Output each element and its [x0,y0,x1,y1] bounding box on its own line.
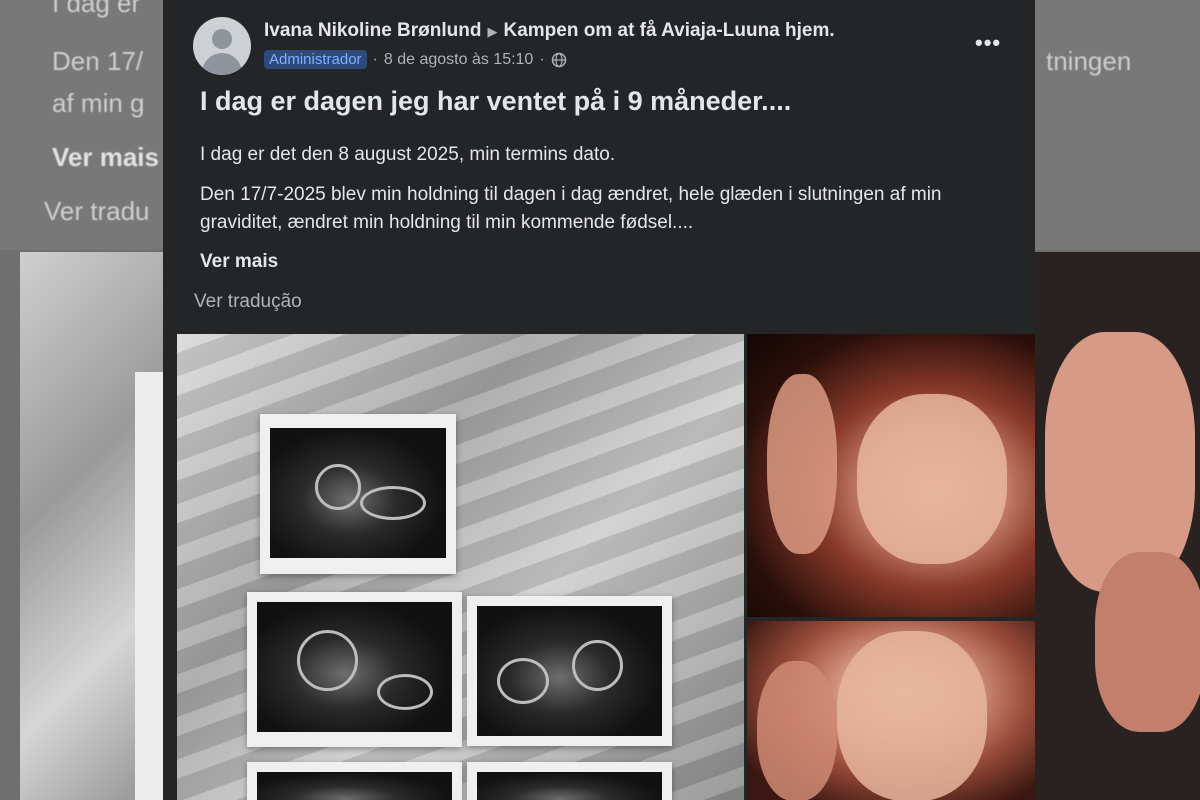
post-card: Ivana Nikoline Brønlund ▶ Kampen om at få … [163,0,1035,800]
post-title: I dag er dagen jeg har ventet på i 9 mån… [200,86,792,116]
avatar[interactable] [193,17,251,75]
ultrasound-print-2 [247,592,462,747]
ultrasound-print-1 [260,414,456,574]
group-name[interactable]: Kampen om at få Aviaja-Luuna hjem. [503,20,834,41]
meta-separator: · [372,50,378,68]
post-meta: Administrador · 8 de agosto às 15:10 · [264,50,567,69]
bg-ver-traducao: Ver tradu [44,196,150,226]
meta-separator-2: · [539,50,545,68]
post-paragraph-2: Den 17/7-2025 blev min holdning til dage… [200,184,942,233]
photo-3d-ultrasound-hands[interactable] [747,621,1035,800]
ultrasound-print-3 [467,596,672,746]
translate-link[interactable]: Ver tradução [194,291,302,313]
bg-text-line2: Den 17/ [52,46,144,76]
bg-text-line2-right: tningen [1046,46,1132,76]
admin-badge: Administrador [264,50,367,69]
post-paragraph-1: I dag er det den 8 august 2025, min term… [200,144,616,165]
bg-text-line1: I dag er [52,0,141,18]
author-line: Ivana Nikoline Brønlund ▶ Kampen om at få … [264,20,835,42]
bg-photo-right [1035,252,1200,800]
post-timestamp[interactable]: 8 de agosto às 15:10 [384,51,533,69]
photo-3d-ultrasound-face[interactable] [747,334,1035,617]
author-name[interactable]: Ivana Nikoline Brønlund [264,20,481,41]
bg-text-line3: af min g [52,88,145,118]
caret-right-icon: ▶ [487,24,498,39]
globe-icon[interactable] [551,52,567,68]
bg-photo-left [20,252,175,800]
ultrasound-print-5 [467,762,672,800]
ultrasound-print-4 [247,762,462,800]
see-more-link[interactable]: Ver mais [200,251,278,273]
bg-ver-mais: Ver mais [52,142,159,172]
post-header: Ivana Nikoline Brønlund ▶ Kampen om at få … [163,0,1035,330]
photo-ultrasound-prints[interactable] [177,334,744,800]
more-options-icon[interactable]: ••• [975,30,1001,56]
